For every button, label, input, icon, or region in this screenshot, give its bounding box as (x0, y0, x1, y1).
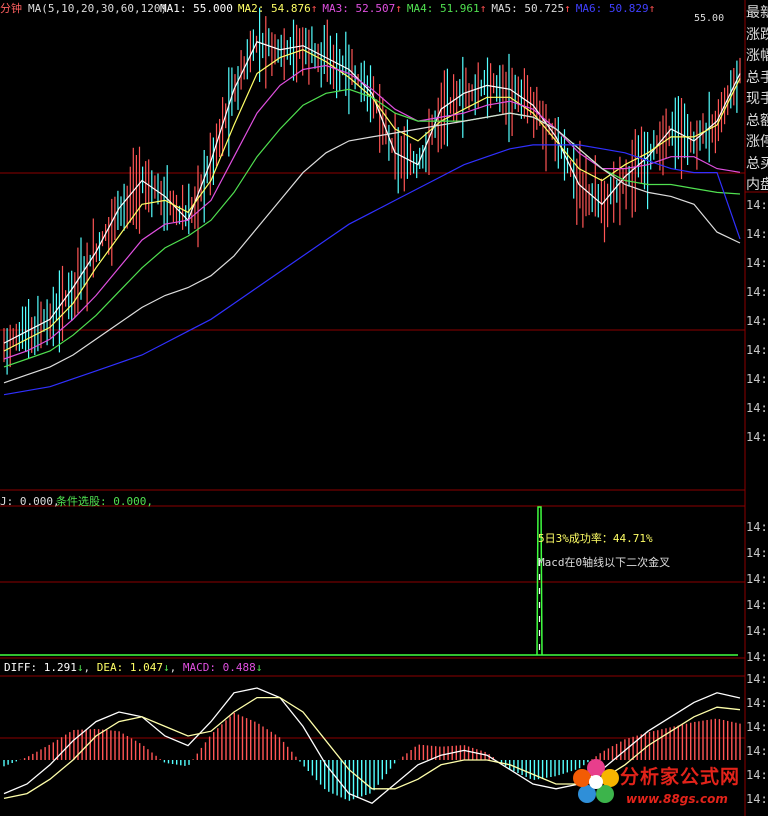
signal-indicator (0, 506, 738, 656)
macd-arrow: ↓ (255, 661, 263, 674)
quote-label-4: 现手 (746, 91, 768, 107)
condition-select-label: 条件选股: 0.000, (56, 495, 153, 508)
j-indicator-label: J: 0.000, (0, 495, 60, 508)
watermark-title: 分析家公式网 (620, 766, 741, 788)
price-tick-2: 14: (746, 256, 768, 270)
quote-label-6: 涨停 (746, 134, 768, 150)
price-tick-4: 14: (746, 314, 768, 328)
macd-value: MACD: 0.488 (182, 661, 256, 674)
macd-tick-0: 14: (746, 672, 768, 686)
ma-arrow-4: ↑ (479, 2, 487, 15)
ma-value-1: MA1: 55.000 (160, 2, 233, 15)
chart-grid (0, 0, 768, 816)
ma-line-ma5 (3, 112, 741, 384)
quote-label-3: 总手 (746, 69, 768, 86)
signal-tick-1: 14: (746, 546, 768, 560)
candlestick-bars (3, 7, 741, 375)
ma-value-4: MA4: 51.961 (406, 2, 480, 15)
price-tick-1: 14: (746, 227, 768, 241)
signal-tick-5: 14: (746, 650, 768, 664)
quote-label-5: 总额 (746, 112, 768, 129)
signal-tick-2: 14: (746, 572, 768, 586)
quote-label-0: 最新 (746, 5, 768, 21)
signal-tick-4: 14: (746, 624, 768, 638)
ma-arrow-6: ↑ (648, 2, 656, 15)
dea-arrow: ↓ (162, 661, 170, 674)
ma-arrow-3: ↑ (395, 2, 402, 15)
ma-value-6: MA6: 50.829 (575, 2, 649, 15)
ma-value-2: MA2: 54.876 (237, 2, 311, 15)
period-label: 分钟 (0, 2, 22, 15)
watermark-url: www.88gs.com (626, 792, 728, 806)
flower-icon (573, 759, 619, 803)
quote-label-8: 内盘 (746, 177, 768, 193)
macd-signal-annotation: Macd在0轴线以下二次金叉 (538, 556, 671, 569)
ma-values-row: MA1: 55.000 MA2: 54.876↑ MA3: 52.507↑ MA4: … (160, 2, 660, 15)
moving-average-lines (3, 41, 741, 396)
price-tick-7: 14: (746, 401, 768, 415)
price-marker: 55.00 (694, 13, 725, 24)
ma-value-3: MA3: 52.507 (322, 2, 396, 15)
success-rate-annotation: 5日3%成功率：44.71% (538, 532, 653, 545)
ma-arrow-5: ↑ (564, 2, 571, 15)
signal-tick-3: 14: (746, 598, 768, 612)
dea-value: DEA: 1.047 (96, 661, 163, 674)
price-tick-8: 14: (746, 430, 768, 444)
ma-line-ma1 (3, 41, 741, 344)
macd-tick-2: 14: (746, 720, 768, 734)
ma-arrow-2: ↑ (310, 2, 318, 15)
price-tick-6: 14: (746, 372, 768, 386)
macd-header: DIFF: 1.291↓, DEA: 1.047↓, MACD: 0.488↓ (4, 661, 263, 674)
quote-label-1: 涨跌 (746, 26, 768, 43)
macd-tick-1: 14: (746, 696, 768, 710)
ma-value-5: MA5: 50.725 (491, 2, 565, 15)
quote-label-7: 总买 (746, 155, 768, 172)
diff-arrow: ↓ (76, 661, 84, 674)
price-tick-0: 14: (746, 198, 768, 212)
diff-value: DIFF: 1.291 (4, 661, 77, 674)
signal-tick-0: 14: (746, 520, 768, 534)
price-tick-3: 14: (746, 285, 768, 299)
ma-params-label: MA(5,10,20,30,60,120) (28, 2, 168, 15)
price-tick-5: 14: (746, 343, 768, 357)
stock-chart-canvas (0, 0, 768, 816)
watermark-logo: 分析家公式网 www.88gs.com (572, 752, 768, 816)
quote-label-2: 涨幅 (746, 48, 768, 64)
